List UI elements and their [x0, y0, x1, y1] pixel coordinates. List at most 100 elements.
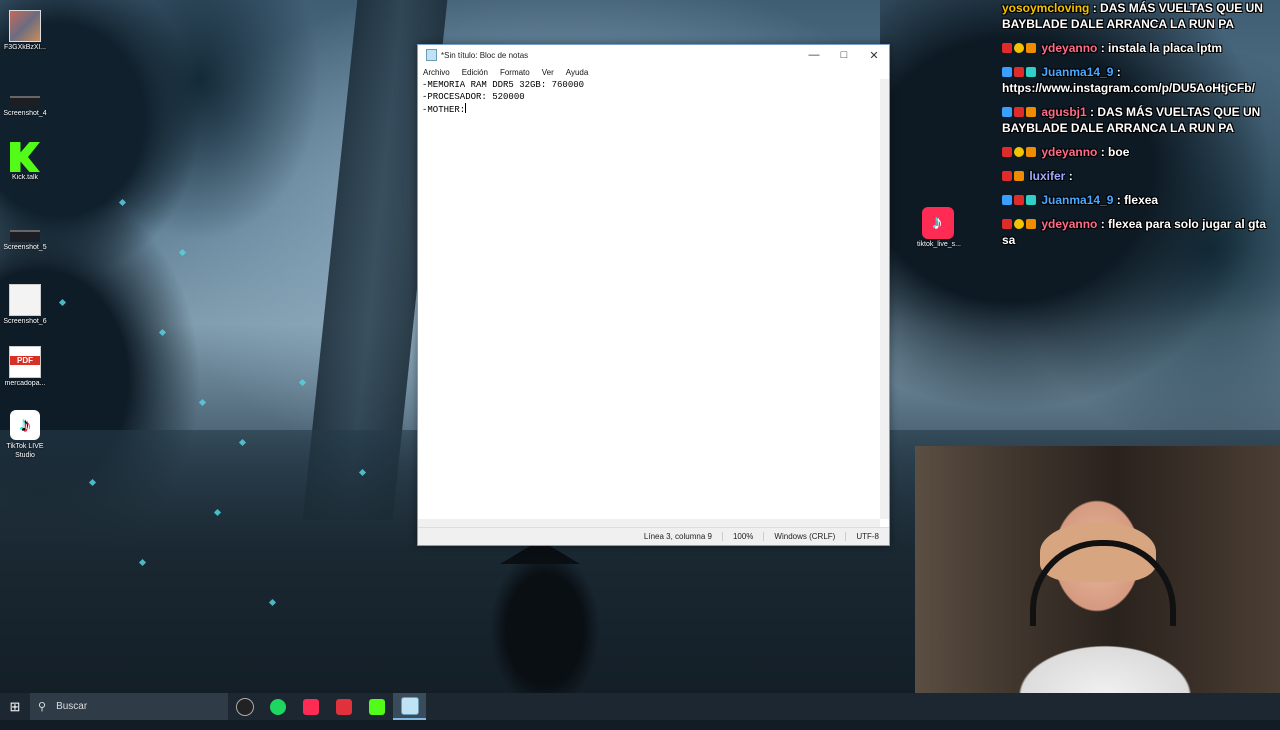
search-placeholder: Buscar [56, 701, 88, 712]
screenshot-file-icon [10, 230, 40, 242]
notepad-window[interactable]: *Sin título: Bloc de notas — □ ✕ Archivo… [417, 44, 890, 546]
chat-username: ydeyanno [1041, 217, 1098, 231]
voicemod-icon [335, 698, 352, 715]
wallpaper-samurai [490, 540, 600, 700]
taskbar-app-spotify[interactable] [261, 693, 294, 720]
sub-badge-icon [1026, 195, 1036, 205]
pdf-file-icon: PDF [9, 346, 41, 378]
crown-badge-icon [1026, 147, 1036, 157]
vip-badge-icon [1002, 219, 1012, 229]
chat-text: : flexea [1116, 193, 1159, 207]
desktop-icon-pdf[interactable]: PDF mercadopa... [2, 346, 48, 387]
vip-badge-icon [1014, 107, 1024, 117]
crown-badge-icon [1026, 107, 1036, 117]
start-button[interactable]: ⊞ [0, 699, 30, 715]
desktop-icon-kick-talk[interactable]: Kick.talk [2, 142, 48, 181]
text-line: -PROCESADOR: 520000 [422, 92, 525, 102]
kick-app-icon [10, 142, 40, 172]
desktop-icon-tiktok-live-studio[interactable]: ♪ TikTok LIVE Studio [2, 410, 48, 460]
alert-badge-icon [1014, 147, 1024, 157]
menu-ayuda[interactable]: Ayuda [566, 68, 589, 77]
desktop-icon-label: TikTok LIVE Studio [6, 443, 44, 459]
maximize-button[interactable]: □ [829, 49, 859, 61]
chat-text: : instala la placa lptm [1100, 41, 1223, 55]
taskbar-app-tiktok[interactable] [294, 693, 327, 720]
vip-badge-icon [1002, 147, 1012, 157]
encoding: UTF-8 [845, 532, 889, 541]
crown-badge-icon [1014, 171, 1024, 181]
chat-username: Juanma14_9 [1041, 65, 1114, 79]
chat-message: ydeyanno : boe [1002, 144, 1280, 160]
platform-badge-icon [1002, 67, 1012, 77]
chat-username: ydeyanno [1041, 41, 1098, 55]
close-button[interactable]: ✕ [859, 49, 889, 62]
title-bar[interactable]: *Sin título: Bloc de notas — □ ✕ [418, 45, 889, 65]
crown-badge-icon [1026, 43, 1036, 53]
chat-username: yosoymcloving [1002, 1, 1090, 15]
chat-message: ydeyanno : flexea para solo jugar al gta… [1002, 216, 1280, 248]
stream-chat: yosoymcloving : DAS MÁS VUELTAS QUE UN B… [1000, 0, 1280, 256]
vip-badge-icon [1002, 43, 1012, 53]
tiktok-icon [302, 698, 319, 715]
chat-message: Juanma14_9 : https://www.instagram.com/p… [1002, 64, 1280, 96]
status-bar: Línea 3, columna 9 100% Windows (CRLF) U… [418, 527, 889, 545]
obs-icon [235, 697, 254, 716]
platform-badge-icon [1002, 195, 1012, 205]
screenshot-file-icon [9, 284, 41, 316]
chat-text: : boe [1100, 145, 1130, 159]
menu-ver[interactable]: Ver [542, 68, 554, 77]
cursor-position: Línea 3, columna 9 [643, 532, 712, 541]
desktop-icon-label: Screenshot_5 [3, 244, 47, 251]
image-file-icon [9, 10, 41, 42]
chat-username: luxifer [1029, 169, 1066, 183]
text-caret [465, 103, 467, 113]
vip-badge-icon [1014, 67, 1024, 77]
spotify-icon [269, 698, 286, 715]
crown-badge-icon [1026, 219, 1036, 229]
chat-text: : https://www.instagram.com/p/DU5AoHtjCF… [1002, 65, 1255, 95]
chat-username: agusbj1 [1041, 105, 1087, 119]
taskbar-app-obs[interactable] [228, 693, 261, 720]
desktop-icon-label: F3GXkBzXl... [3, 44, 46, 51]
text-editor[interactable]: -MEMORIA RAM DDR5 32GB: 760000 -PROCESADO… [418, 79, 880, 519]
desktop-icon-label: Kick.talk [11, 174, 39, 181]
text-line: -MOTHER: [422, 105, 466, 115]
tiktok-icon: ♪ [10, 410, 40, 440]
desktop-icon-label: mercadopa... [4, 380, 46, 387]
tiktok-live-icon[interactable]: ♪ [922, 207, 954, 239]
vertical-scrollbar[interactable] [880, 79, 889, 519]
chat-username: ydeyanno [1041, 145, 1098, 159]
search-icon: ⚲ [38, 701, 47, 713]
vip-badge-icon [1002, 171, 1012, 181]
desktop-icon-screenshot-5[interactable]: Screenshot_5 [2, 220, 48, 251]
desktop-icon-screenshot-6[interactable]: Screenshot_6 [2, 284, 48, 325]
menu-formato[interactable]: Formato [500, 68, 530, 77]
taskbar-app-voicemod[interactable] [327, 693, 360, 720]
window-title: *Sin título: Bloc de notas [441, 50, 529, 60]
alert-badge-icon [1014, 43, 1024, 53]
taskbar: ⊞ ⚲ Buscar [0, 693, 1280, 720]
taskbar-app-notepad[interactable] [393, 693, 426, 720]
desktop-icon-image[interactable]: F3GXkBzXl... [2, 10, 48, 51]
text-line: -MEMORIA RAM DDR5 32GB: 760000 [422, 80, 585, 90]
menu-edicion[interactable]: Edición [462, 68, 488, 77]
chat-message: ydeyanno : instala la placa lptm [1002, 40, 1280, 56]
desktop-icon-screenshot-4[interactable]: Screenshot_4 [2, 86, 48, 117]
chat-message: luxifer : [1002, 168, 1280, 184]
screenshot-file-icon [10, 96, 40, 108]
chat-username: Juanma14_9 [1041, 193, 1114, 207]
chat-text: : [1068, 169, 1073, 183]
taskbar-search[interactable]: ⚲ Buscar [30, 693, 228, 720]
kick-icon [368, 698, 385, 715]
chat-message: yosoymcloving : DAS MÁS VUELTAS QUE UN B… [1002, 0, 1280, 32]
sub-badge-icon [1026, 67, 1036, 77]
taskbar-app-kick[interactable] [360, 693, 393, 720]
notepad-icon [426, 49, 437, 61]
desktop-icon-label: Screenshot_6 [3, 318, 47, 325]
menu-archivo[interactable]: Archivo [423, 68, 450, 77]
minimize-button[interactable]: — [799, 49, 829, 61]
vip-badge-icon [1014, 195, 1024, 205]
chat-message: Juanma14_9 : flexea [1002, 192, 1280, 208]
desktop-icon-label: tiktok_live_s... [917, 241, 961, 248]
text-line-current: -MOTHER: [422, 103, 880, 116]
